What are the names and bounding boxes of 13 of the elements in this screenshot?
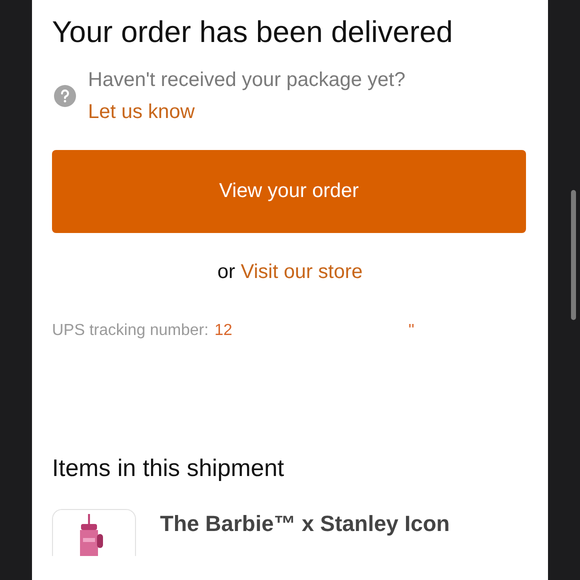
- view-order-button[interactable]: View your order: [52, 150, 526, 233]
- scrollbar[interactable]: [571, 190, 576, 320]
- items-heading: Items in this shipment: [52, 455, 286, 483]
- help-icon: [54, 85, 76, 107]
- let-us-know-link[interactable]: Let us know: [88, 101, 195, 123]
- visit-store-link[interactable]: Visit our store: [240, 261, 363, 283]
- tracking-number[interactable]: 12: [214, 322, 232, 340]
- store-line: or Visit our store: [216, 261, 364, 284]
- heading: Your order has been delivered: [52, 15, 454, 51]
- tracking-label: UPS tracking number:: [52, 322, 209, 340]
- tracking-number-fragment: '': [408, 322, 414, 340]
- product-title[interactable]: The Barbie™ x Stanley Icon: [160, 511, 450, 556]
- help-message: Haven't received your package yet? Let us know: [88, 68, 406, 125]
